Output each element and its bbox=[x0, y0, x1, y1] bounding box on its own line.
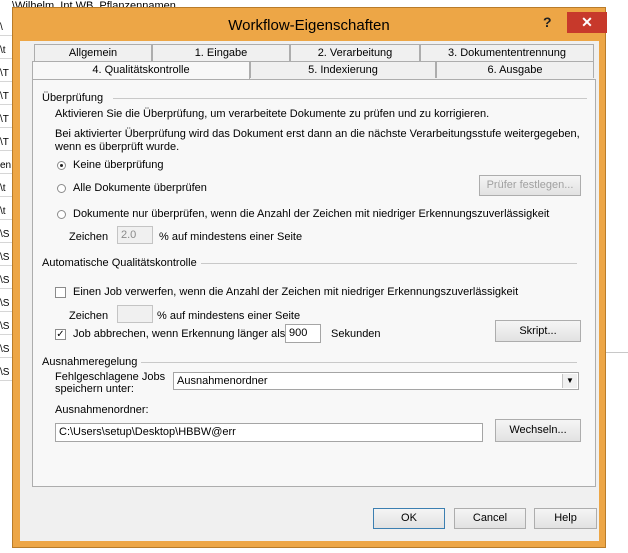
failed-jobs-dropdown-value: Ausnahmenordner bbox=[177, 375, 268, 387]
background-row-text: \S bbox=[0, 252, 10, 263]
verwerfen-checkbox[interactable] bbox=[55, 287, 66, 298]
background-row-text: \S bbox=[0, 298, 10, 309]
background-row-divider bbox=[0, 219, 12, 220]
group-label-pruefung: Überprüfung bbox=[42, 92, 104, 104]
background-right bbox=[606, 0, 628, 553]
background-row-text: \S bbox=[0, 321, 10, 332]
radio-keine-pruefung[interactable] bbox=[57, 161, 66, 170]
pruefung-desc-3: wenn es überprüft wurde. bbox=[55, 141, 180, 153]
background-row-text: \T bbox=[0, 114, 9, 125]
background-row-divider bbox=[0, 58, 12, 59]
group-divider bbox=[113, 98, 587, 99]
background-row-divider bbox=[0, 311, 12, 312]
zeichen-label-1: Zeichen bbox=[69, 231, 109, 243]
dialog-window: Workflow-Eigenschaften ? ✕ Allgemein 1. … bbox=[12, 7, 607, 548]
background-row-text: \T bbox=[0, 68, 9, 79]
background-divider bbox=[606, 352, 628, 353]
group-label-ausnahme: Ausnahmeregelung bbox=[42, 356, 138, 368]
title-bar: Workflow-Eigenschaften ? ✕ bbox=[13, 8, 607, 40]
tab-dokumententrennung[interactable]: 3. Dokumententrennung bbox=[420, 44, 594, 61]
pruefer-festlegen-button[interactable]: Prüfer festlegen... bbox=[479, 175, 581, 196]
background-row-divider bbox=[0, 242, 12, 243]
dialog-title: Workflow-Eigenschaften bbox=[228, 17, 390, 34]
ok-button[interactable]: OK bbox=[373, 508, 445, 529]
pruefung-desc-2: Bei aktivierter Überprüfung wird das Dok… bbox=[55, 128, 580, 140]
radio-keine-pruefung-label[interactable]: Keine überprüfung bbox=[73, 159, 164, 171]
tab-allgemein[interactable]: Allgemein bbox=[34, 44, 152, 61]
verwerfen-label[interactable]: Einen Job verwerfen, wenn die Anzahl der… bbox=[73, 286, 518, 298]
background-row-text: \t bbox=[0, 45, 6, 56]
background-row-text: \S bbox=[0, 367, 10, 378]
background-row-text: en bbox=[0, 160, 12, 171]
abbrechen-checkbox[interactable]: ✓ bbox=[55, 329, 66, 340]
radio-alle-pruefen-label[interactable]: Alle Dokumente überprüfen bbox=[73, 182, 207, 194]
percent-label-1: % auf mindestens einer Seite bbox=[159, 231, 303, 243]
background-row-text: \S bbox=[0, 229, 10, 240]
wechseln-button[interactable]: Wechseln... bbox=[495, 419, 581, 442]
tab-panel: Überprüfung Aktivieren Sie die Überprüfu… bbox=[32, 79, 596, 487]
background-row-divider bbox=[0, 35, 12, 36]
background-row-text: \T bbox=[0, 137, 9, 148]
abbrechen-label[interactable]: Job abbrechen, wenn Erkennung länger als bbox=[73, 328, 285, 340]
percent-label-2: % auf mindestens einer Seite bbox=[157, 310, 301, 322]
background-row-divider bbox=[0, 288, 12, 289]
ausnahmenordner-label: Ausnahmenordner: bbox=[55, 404, 149, 416]
background-row-text: \ bbox=[0, 22, 3, 33]
chevron-down-icon[interactable]: ▼ bbox=[562, 374, 577, 388]
background-row-divider bbox=[0, 127, 12, 128]
background-row-divider bbox=[0, 173, 12, 174]
radio-nur-pruefen[interactable] bbox=[57, 210, 66, 219]
background-row-text: \T bbox=[0, 91, 9, 102]
tab-verarbeitung[interactable]: 2. Verarbeitung bbox=[290, 44, 420, 61]
background-row-divider bbox=[0, 104, 12, 105]
background-row-divider bbox=[0, 196, 12, 197]
zeichen-input-2[interactable] bbox=[117, 305, 153, 323]
pruefung-desc-1: Aktivieren Sie die Überprüfung, um verar… bbox=[55, 108, 490, 120]
failed-jobs-label-2: speichern unter: bbox=[55, 383, 134, 395]
group-label-auto: Automatische Qualitätskontrolle bbox=[42, 257, 197, 269]
background-row-divider bbox=[0, 265, 12, 266]
zeichen-label-2: Zeichen bbox=[69, 310, 109, 322]
tab-qualitaetskontrolle[interactable]: 4. Qualitätskontrolle bbox=[32, 61, 250, 80]
background-row-text: \S bbox=[0, 275, 10, 286]
tab-indexierung[interactable]: 5. Indexierung bbox=[250, 61, 436, 78]
group-divider bbox=[201, 263, 577, 264]
radio-alle-pruefen[interactable] bbox=[57, 184, 66, 193]
skript-button[interactable]: Skript... bbox=[495, 320, 581, 342]
dialog-client: Allgemein 1. Eingabe 2. Verarbeitung 3. … bbox=[20, 41, 599, 541]
tab-ausgabe[interactable]: 6. Ausgabe bbox=[436, 61, 594, 78]
background-row-text: \S bbox=[0, 344, 10, 355]
help-icon[interactable]: ? bbox=[543, 14, 552, 30]
background-row-text: \t bbox=[0, 206, 6, 217]
ausnahmenordner-path-input[interactable]: C:\Users\setup\Desktop\HBBW@err bbox=[55, 423, 483, 442]
failed-jobs-dropdown[interactable]: Ausnahmenordner ▼ bbox=[173, 372, 579, 390]
help-button[interactable]: Help bbox=[534, 508, 597, 529]
seconds-label: Sekunden bbox=[331, 328, 381, 340]
background-row-divider bbox=[0, 81, 12, 82]
background-row-divider bbox=[0, 380, 12, 381]
background-row-text: \t bbox=[0, 183, 6, 194]
group-divider bbox=[141, 362, 577, 363]
seconds-input[interactable]: 900 bbox=[285, 324, 321, 343]
failed-jobs-label-1: Fehlgeschlagene Jobs bbox=[55, 371, 166, 383]
background-row-divider bbox=[0, 334, 12, 335]
zeichen-input-1[interactable]: 2.0 bbox=[117, 226, 153, 244]
background-row-divider bbox=[0, 150, 12, 151]
background-row-divider bbox=[0, 357, 12, 358]
tab-eingabe[interactable]: 1. Eingabe bbox=[152, 44, 290, 61]
radio-nur-pruefen-label[interactable]: Dokumente nur überprüfen, wenn die Anzah… bbox=[73, 208, 549, 220]
cancel-button[interactable]: Cancel bbox=[454, 508, 526, 529]
close-icon[interactable]: ✕ bbox=[567, 12, 607, 33]
